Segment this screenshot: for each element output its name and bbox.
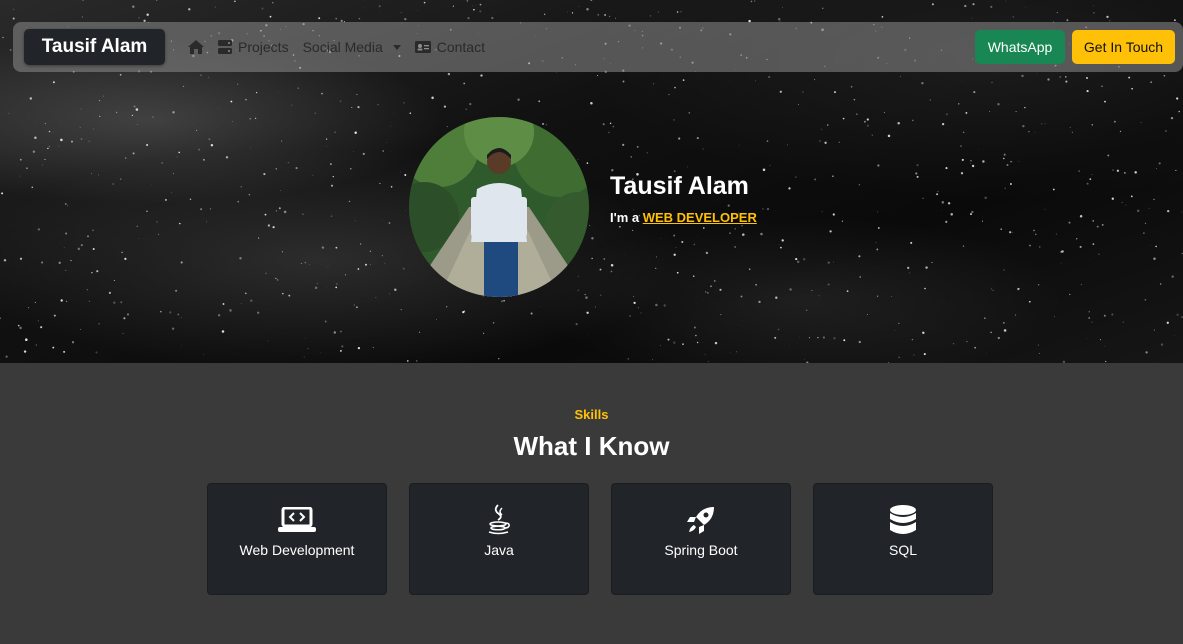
home-icon	[188, 40, 204, 54]
nav-contact[interactable]: Contact	[414, 39, 485, 55]
id-card-icon	[414, 41, 431, 53]
nav-links: Projects Social Media Contact	[188, 22, 485, 72]
skill-label: Java	[484, 542, 514, 558]
skill-label: Web Development	[239, 542, 355, 558]
laptop-code-icon	[278, 504, 316, 536]
hero-tagline-prefix: I'm a	[610, 210, 643, 225]
get-in-touch-button[interactable]: Get In Touch	[1072, 30, 1175, 64]
skills-kicker: Skills	[574, 407, 609, 422]
nav-home[interactable]	[188, 40, 204, 54]
hero-section: Tausif Alam Projects Social Media Contac…	[0, 0, 1183, 363]
nav-contact-label: Contact	[436, 39, 485, 55]
rocket-icon	[686, 504, 716, 536]
skill-label: SQL	[888, 542, 917, 558]
server-icon	[218, 40, 232, 54]
skills-cards: Web Development Java Spring Boot SQL	[207, 483, 993, 595]
nav-projects-label: Projects	[238, 39, 289, 55]
skill-label: Spring Boot	[664, 542, 738, 558]
skill-card-java: Java	[409, 483, 589, 595]
database-icon	[890, 504, 916, 536]
skills-title: What I Know	[513, 431, 670, 461]
skill-card-web-development: Web Development	[207, 483, 387, 595]
skill-card-sql: SQL	[813, 483, 993, 595]
chevron-down-icon	[392, 44, 401, 50]
profile-photo	[409, 117, 589, 297]
nav-projects[interactable]: Projects	[218, 39, 289, 55]
hero-tagline: I'm a WEB DEVELOPER	[610, 210, 757, 225]
java-icon	[487, 504, 511, 536]
nav-social-media-label: Social Media	[302, 39, 383, 55]
nav-social-media-dropdown[interactable]: Social Media	[303, 39, 401, 55]
navbar: Tausif Alam Projects Social Media Contac…	[13, 22, 1183, 72]
hero-role: WEB DEVELOPER	[642, 210, 757, 225]
skill-card-spring-boot: Spring Boot	[611, 483, 791, 595]
hero-name: Tausif Alam	[610, 172, 749, 200]
brand-logo[interactable]: Tausif Alam	[24, 29, 165, 65]
whatsapp-button[interactable]: WhatsApp	[975, 30, 1065, 64]
